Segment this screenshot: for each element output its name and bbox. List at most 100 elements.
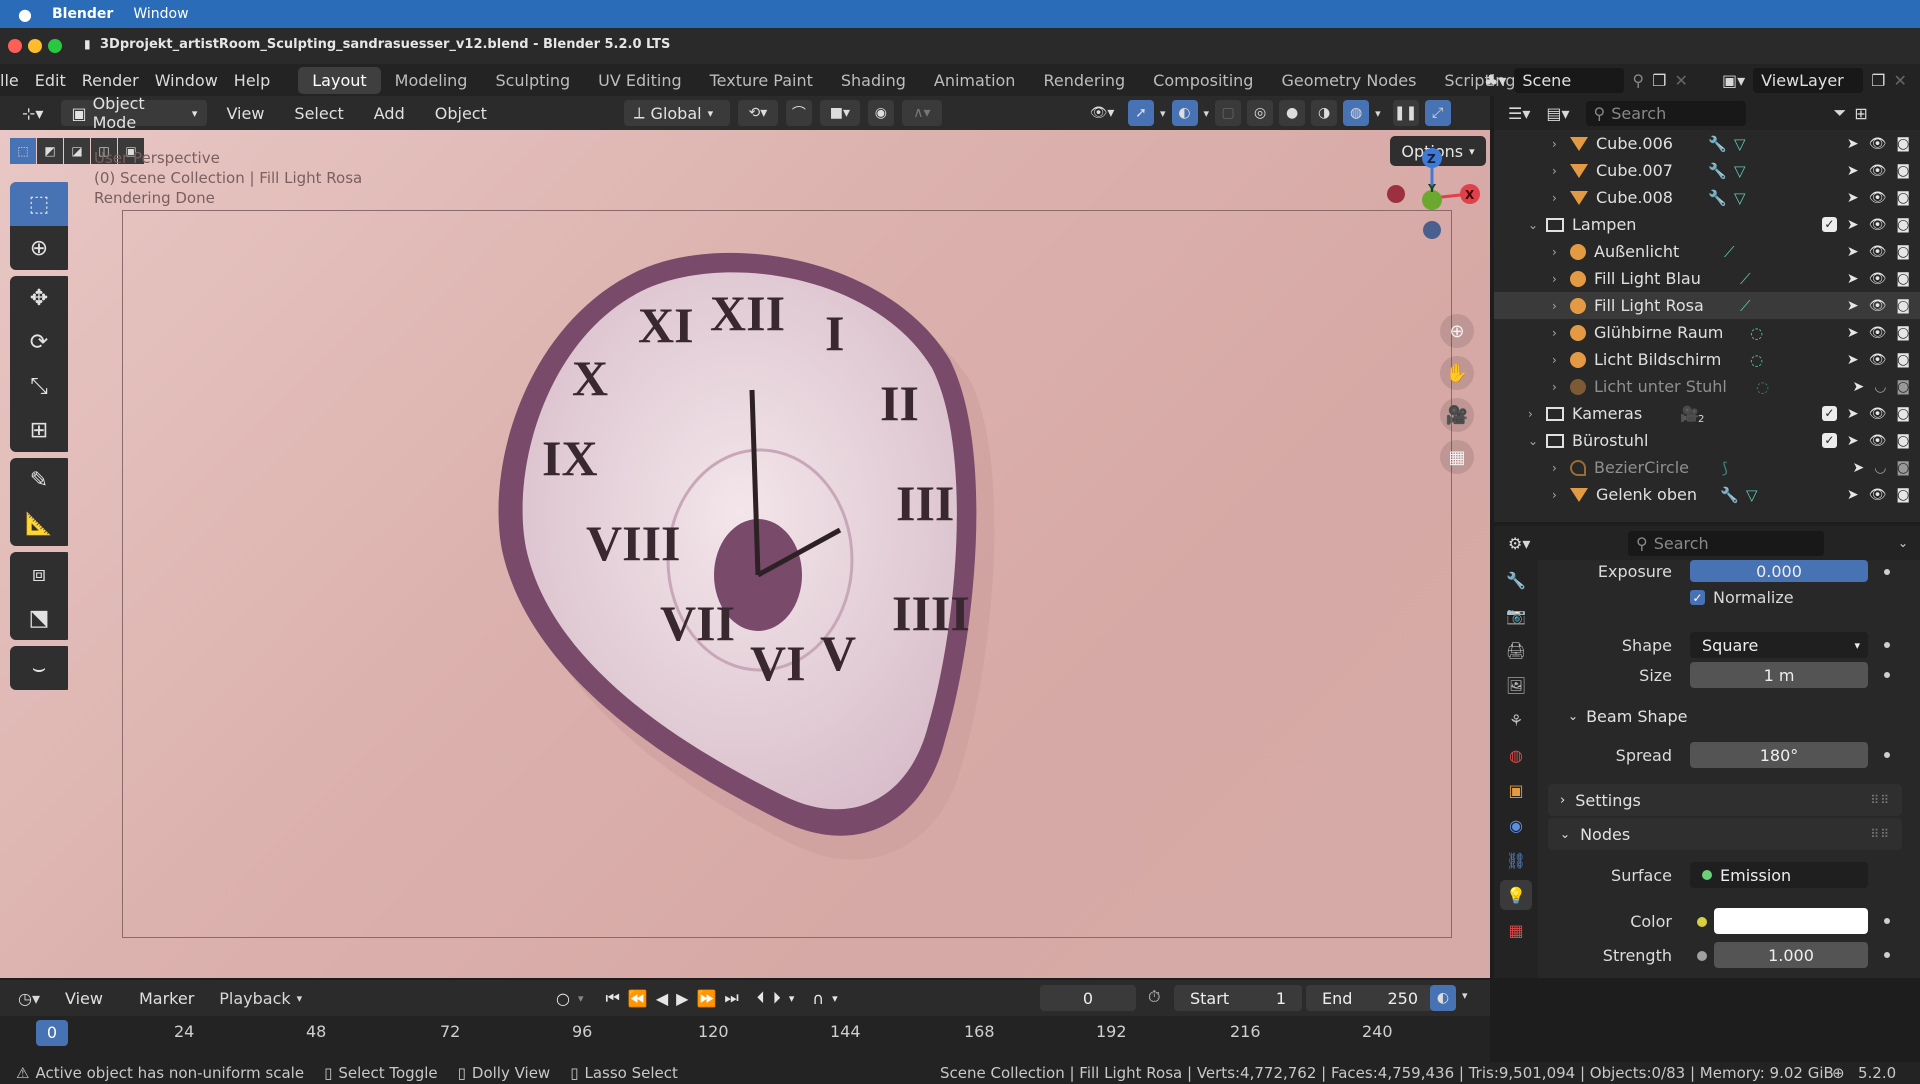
chevron-down-icon[interactable]: ▾ — [1160, 107, 1166, 120]
select-extend-icon[interactable]: ◩ — [37, 138, 63, 164]
close-window-button[interactable] — [8, 39, 22, 53]
exposure-field[interactable]: 0.000 — [1690, 560, 1868, 582]
move-tool-icon[interactable]: ✥ — [10, 276, 68, 320]
window-menu[interactable]: Window — [133, 6, 188, 22]
eye-icon[interactable]: 👁 — [1869, 217, 1887, 233]
eye-icon[interactable]: 👁 — [1869, 298, 1887, 314]
camera-render-icon[interactable]: ◙ — [1896, 271, 1910, 287]
outliner-row-cube-007[interactable]: › Cube.007 🔧 ▽ ➤ 👁 ◙ — [1494, 157, 1920, 184]
outliner-row-beziercircle[interactable]: › BezierCircle ⟆ ➤ ◡ ◙ — [1494, 454, 1920, 481]
tab-geometry-nodes[interactable]: Geometry Nodes — [1267, 67, 1430, 94]
end-frame-field[interactable]: End 250 — [1306, 985, 1434, 1011]
annotate-tool-icon[interactable]: ✎ — [10, 458, 68, 502]
scene-tab-icon[interactable]: ⚘ — [1500, 705, 1532, 735]
properties-editor-icon[interactable]: ⚙▾ — [1508, 534, 1530, 553]
eye-icon[interactable]: 👁 — [1869, 136, 1887, 152]
new-scene-icon[interactable]: ❐ — [1652, 71, 1666, 90]
shear-tool-icon[interactable]: ⬔ — [10, 596, 68, 640]
chevron-right-icon[interactable]: › — [1552, 245, 1570, 259]
playback-dropdown[interactable]: Playback ▾ — [219, 989, 302, 1008]
drag-handle-icon[interactable]: ⠿⠿ — [1870, 793, 1890, 807]
outliner-row-licht-bildschirm[interactable]: › Licht Bildschirm ◌ ➤ 👁 ◙ — [1494, 346, 1920, 373]
editor-type-dropdown[interactable]: ⊹▾ — [12, 100, 53, 126]
tab-sculpting[interactable]: Sculpting — [481, 67, 584, 94]
transform-tool-icon[interactable]: ⊞ — [10, 408, 68, 452]
mesh-data-icon[interactable]: ▽ — [1734, 162, 1746, 180]
properties-search-input[interactable]: ⚲ Search — [1628, 530, 1824, 556]
zoom-icon[interactable]: ⊕ — [1440, 314, 1474, 348]
selectable-icon[interactable]: ➤ — [1847, 406, 1859, 422]
light-data-icon[interactable]: ⟋ — [1724, 243, 1735, 261]
snap-magnet-icon[interactable]: ∩ — [812, 989, 824, 1008]
scene-name-field[interactable]: Scene — [1514, 67, 1625, 93]
transform-orientation-dropdown[interactable]: ⟂ Global ▾ — [623, 100, 730, 126]
add-cube-tool-icon[interactable]: ⧈ — [10, 552, 68, 596]
tab-rendering[interactable]: Rendering — [1029, 67, 1139, 94]
overlay-icon[interactable]: ◐ — [1171, 100, 1198, 126]
camera-render-icon[interactable]: ◙ — [1896, 433, 1910, 449]
selectable-icon[interactable]: ➤ — [1847, 136, 1859, 152]
camera-render-icon[interactable]: ◙ — [1896, 298, 1910, 314]
delete-scene-icon[interactable]: ✕ — [1674, 71, 1687, 90]
selectable-icon[interactable]: ➤ — [1847, 298, 1859, 314]
auto-keying-icon[interactable]: ○ — [556, 989, 570, 1008]
chevron-right-icon[interactable]: › — [1552, 272, 1570, 286]
select-box-icon[interactable]: ⬚ — [10, 138, 36, 164]
gizmo-neg-x[interactable] — [1387, 185, 1405, 203]
chevron-right-icon[interactable]: › — [1528, 407, 1546, 421]
tool-tab-icon[interactable]: 🔧 — [1500, 565, 1532, 595]
xray-icon[interactable]: ▢ — [1215, 100, 1242, 126]
scale-tool-icon[interactable]: ⤡ — [10, 364, 68, 408]
selectable-icon[interactable]: ➤ — [1847, 163, 1859, 179]
select-tool-icon[interactable]: ⬚ — [10, 182, 68, 226]
cursor-tool-icon[interactable]: ⊕ — [10, 226, 68, 270]
3d-viewport[interactable]: XII I II III IIII V VI VII VIII IX X XI … — [0, 130, 1490, 978]
selectable-icon[interactable]: ➤ — [1847, 271, 1859, 287]
wireframe-shading-icon[interactable]: ◎ — [1247, 100, 1274, 126]
eye-icon[interactable]: 👁 — [1869, 433, 1887, 449]
keyframe-dot-icon[interactable] — [1884, 672, 1890, 678]
jump-end-icon[interactable]: ⏭ — [724, 988, 738, 1008]
eye-icon[interactable]: 👁 — [1869, 352, 1887, 368]
timeline-view-menu[interactable]: View — [54, 989, 114, 1008]
apple-icon[interactable]: ● — [18, 5, 32, 24]
object-menu[interactable]: Object — [424, 104, 498, 123]
constraints-tab-icon[interactable]: ⛓ — [1500, 845, 1532, 875]
selectable-icon[interactable]: ➤ — [1847, 352, 1859, 368]
collection-checkbox[interactable]: ✓ — [1821, 216, 1837, 232]
tab-uv-editing[interactable]: UV Editing — [584, 67, 695, 94]
chevron-down-icon[interactable]: ▾ — [832, 992, 838, 1005]
camera-object-icon[interactable]: 🎥 — [1680, 405, 1699, 423]
prev-keyframe-icon[interactable]: ⏪ — [628, 989, 648, 1008]
chevron-right-icon[interactable]: › — [1552, 326, 1570, 340]
outliner-row-aussenlicht[interactable]: › Außenlicht ⟋ ➤ 👁 ◙ — [1494, 238, 1920, 265]
tab-modeling[interactable]: Modeling — [381, 67, 482, 94]
selectable-icon[interactable]: ➤ — [1847, 190, 1859, 206]
render-tab-icon[interactable]: 📷 — [1500, 600, 1532, 630]
keyframe-dot-icon[interactable] — [1884, 952, 1890, 958]
normalize-checkbox-row[interactable]: ✓ Normalize — [1690, 588, 1794, 607]
chevron-right-icon[interactable]: › — [1552, 191, 1570, 205]
tab-shading[interactable]: Shading — [827, 67, 920, 94]
chevron-right-icon[interactable]: › — [1552, 164, 1570, 178]
camera-render-disabled-icon[interactable]: ◙ — [1896, 379, 1910, 395]
view-layer-tab-icon[interactable]: 🖼 — [1500, 670, 1532, 700]
outliner-row-cube-006[interactable]: › Cube.006 🔧 ▽ ➤ 👁 ◙ — [1494, 130, 1920, 157]
filter-icon[interactable]: ⏷ — [1834, 103, 1847, 123]
edit-menu[interactable]: Edit — [27, 71, 74, 90]
outliner-row-licht-unter-stuhl[interactable]: › Licht unter Stuhl ◌ ➤ ◡ ◙ — [1494, 373, 1920, 400]
chevron-down-icon[interactable]: ▾ — [1375, 107, 1381, 120]
chevron-right-icon[interactable]: › — [1552, 299, 1570, 313]
keyframe-dot-icon[interactable] — [1884, 569, 1890, 575]
prev-frame-icon[interactable]: ⏴ — [757, 988, 765, 1008]
current-frame-field[interactable]: 0 — [1040, 985, 1136, 1011]
eye-icon[interactable]: 👁 — [1869, 325, 1887, 341]
selectable-icon[interactable]: ➤ — [1847, 244, 1859, 260]
selectable-icon[interactable]: ➤ — [1847, 433, 1859, 449]
start-frame-field[interactable]: Start 1 — [1174, 985, 1302, 1011]
chevron-down-icon[interactable]: ▾ — [1204, 107, 1210, 120]
modifier-wrench-icon[interactable]: 🔧 — [1708, 135, 1727, 153]
selectable-icon[interactable]: ➤ — [1852, 460, 1864, 476]
select-menu[interactable]: Select — [283, 104, 354, 123]
timeline-marker-menu[interactable]: Marker — [128, 989, 205, 1008]
